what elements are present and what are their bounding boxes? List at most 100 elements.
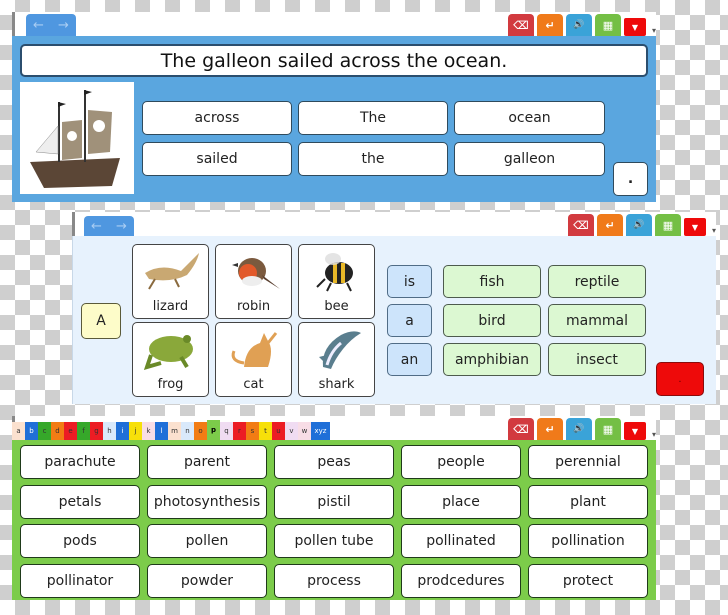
letter-tab-w[interactable]: w — [298, 422, 311, 440]
letter-tab-h[interactable]: h — [103, 422, 116, 440]
category-tile[interactable]: insect — [548, 343, 646, 376]
letter-tab-q[interactable]: q — [220, 422, 233, 440]
speak-button[interactable]: 🔊 — [566, 14, 592, 36]
delete-button[interactable]: ⌫ — [508, 418, 534, 440]
word-tile[interactable]: across — [142, 101, 292, 135]
animal-label: bee — [324, 299, 349, 314]
letter-tab-l[interactable]: l — [155, 422, 168, 440]
sentence-display[interactable]: The galleon sailed across the ocean. — [20, 44, 648, 77]
minimize-button[interactable]: ▼ — [624, 18, 646, 36]
verb-tile[interactable]: a — [387, 304, 432, 337]
letter-tab-f[interactable]: f — [77, 422, 90, 440]
letter-tab-b[interactable]: b — [25, 422, 38, 440]
delete-button[interactable]: ⌫ — [568, 214, 594, 236]
word-tile[interactable]: process — [274, 563, 394, 598]
letter-tab-m[interactable]: m — [168, 422, 181, 440]
word-tile[interactable]: parachute — [20, 445, 140, 479]
letter-tab-p[interactable]: p — [207, 420, 220, 440]
delete-button[interactable]: ⌫ — [508, 14, 534, 36]
word-tile[interactable]: pods — [20, 524, 140, 558]
alphabet-bar: a b c d e f g h i j k l m n o p q r s t u v w xyz — [12, 420, 330, 440]
letter-tab-a[interactable]: a — [12, 422, 25, 440]
letter-tab-t[interactable]: t — [259, 422, 272, 440]
word-tile[interactable]: plant — [528, 484, 648, 519]
minimize-button[interactable]: ▼ — [624, 422, 646, 440]
speak-button[interactable]: 🔊 — [566, 418, 592, 440]
word-tile[interactable]: people — [401, 445, 521, 479]
keyboard-button[interactable]: ▦ — [655, 214, 681, 236]
category-tile[interactable]: mammal — [548, 304, 646, 337]
punctuation-button[interactable]: . — [613, 162, 648, 196]
word-tile[interactable]: prodcedures — [401, 563, 521, 598]
keyboard-button[interactable]: ▦ — [595, 14, 621, 36]
letter-tab-o[interactable]: o — [194, 422, 207, 440]
verb-tile[interactable]: is — [387, 265, 432, 298]
word-tile[interactable]: pollinated — [401, 524, 521, 558]
category-tile[interactable]: amphibian — [443, 343, 541, 376]
scroll-down-icon[interactable]: ▾ — [712, 226, 716, 235]
panel-body: A lizard robin bee frog cat shark is a a… — [72, 236, 716, 404]
category-tile[interactable]: fish — [443, 265, 541, 298]
word-tile[interactable]: perennial — [528, 445, 648, 479]
forward-arrow-icon[interactable]: → — [116, 219, 127, 234]
divider — [72, 212, 75, 236]
animal-card-shark[interactable]: shark — [298, 322, 375, 397]
shark-icon — [319, 331, 361, 369]
letter-tab-g[interactable]: g — [90, 422, 103, 440]
word-tile[interactable]: petals — [20, 484, 140, 519]
word-tile[interactable]: powder — [147, 563, 267, 598]
word-tile[interactable]: peas — [274, 445, 394, 479]
word-tile[interactable]: sailed — [142, 142, 292, 176]
word-tile[interactable]: ocean — [454, 101, 605, 135]
animal-card-lizard[interactable]: lizard — [132, 244, 209, 319]
word-tile[interactable]: the — [298, 142, 448, 176]
letter-tab-n[interactable]: n — [181, 422, 194, 440]
word-tile[interactable]: pollen tube — [274, 524, 394, 558]
word-tile[interactable]: photosynthesis — [147, 484, 267, 519]
keyboard-button[interactable]: ▦ — [595, 418, 621, 440]
panel-body: parachute parent peas people perennial petals… — [12, 440, 656, 600]
letter-tab-d[interactable]: d — [51, 422, 64, 440]
forward-arrow-icon[interactable]: → — [58, 18, 69, 33]
word-tile[interactable]: galleon — [454, 142, 605, 176]
letter-tab-xyz[interactable]: xyz — [311, 422, 330, 440]
scroll-down-icon[interactable]: ▾ — [652, 430, 656, 439]
letter-tab-r[interactable]: r — [233, 422, 246, 440]
word-tile[interactable]: The — [298, 101, 448, 135]
word-tile[interactable]: pollination — [528, 524, 648, 558]
scroll-down-icon[interactable]: ▾ — [652, 26, 656, 35]
animal-card-cat[interactable]: cat — [215, 322, 292, 397]
letter-tab-e[interactable]: e — [64, 422, 77, 440]
letter-tab-u[interactable]: u — [272, 422, 285, 440]
word-tile[interactable]: pollen — [147, 524, 267, 558]
animal-card-bee[interactable]: bee — [298, 244, 375, 319]
word-tile[interactable]: parent — [147, 445, 267, 479]
minimize-button[interactable]: ▼ — [684, 218, 706, 236]
article-button[interactable]: A — [81, 303, 121, 339]
animal-card-frog[interactable]: frog — [132, 322, 209, 397]
animal-card-robin[interactable]: robin — [215, 244, 292, 319]
enter-button[interactable]: ↵ — [537, 14, 563, 36]
cat-icon — [231, 332, 278, 367]
category-tile[interactable]: bird — [443, 304, 541, 337]
back-arrow-icon[interactable]: ← — [91, 219, 102, 234]
nav-tab: ← → — [26, 14, 76, 36]
letter-tab-c[interactable]: c — [38, 422, 51, 440]
word-tile[interactable]: place — [401, 484, 521, 519]
letter-tab-s[interactable]: s — [246, 422, 259, 440]
punctuation-button[interactable]: . — [656, 362, 704, 396]
enter-button[interactable]: ↵ — [537, 418, 563, 440]
category-tile[interactable]: reptile — [548, 265, 646, 298]
word-tile[interactable]: pollinator — [20, 563, 140, 598]
back-arrow-icon[interactable]: ← — [33, 18, 44, 33]
letter-tab-i[interactable]: i — [116, 422, 129, 440]
word-tile[interactable]: protect — [528, 563, 648, 598]
letter-tab-v[interactable]: v — [285, 422, 298, 440]
letter-tab-j[interactable]: j — [129, 422, 142, 440]
letter-tab-k[interactable]: k — [142, 422, 155, 440]
minimize-icon: ▼ — [691, 222, 699, 232]
speak-button[interactable]: 🔊 — [626, 214, 652, 236]
word-tile[interactable]: pistil — [274, 484, 394, 519]
enter-button[interactable]: ↵ — [597, 214, 623, 236]
verb-tile[interactable]: an — [387, 343, 432, 376]
